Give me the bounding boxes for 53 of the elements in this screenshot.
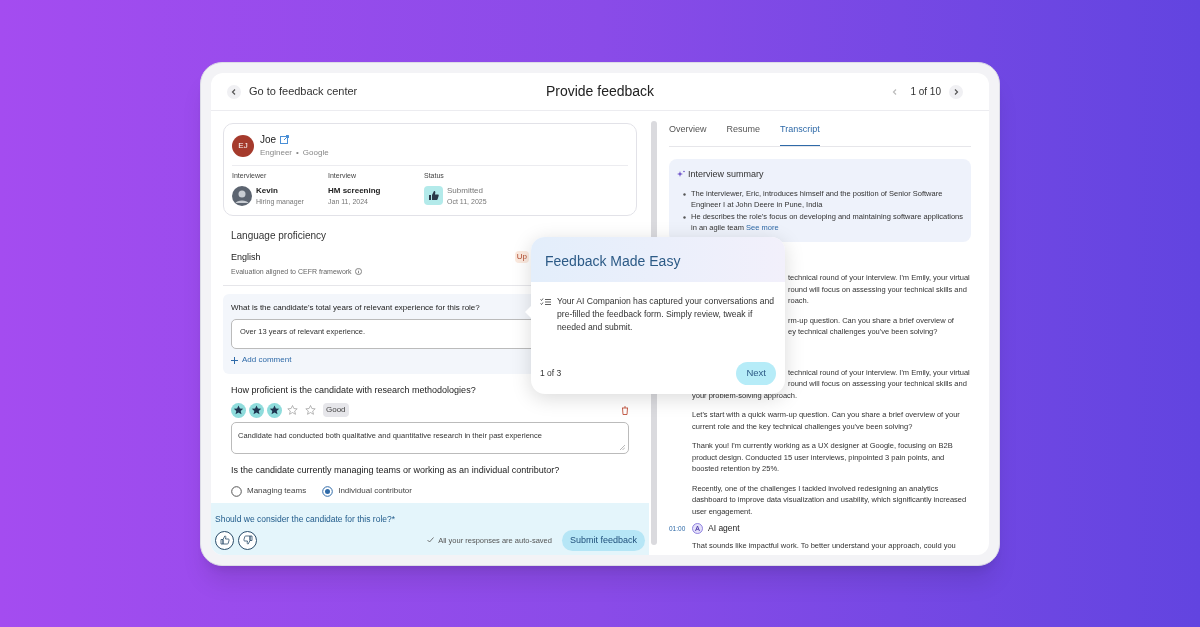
bullet-icon [683,215,686,219]
radio-option[interactable]: Managing teams [231,485,307,497]
candidate-role: Engineer [260,147,293,159]
popover-title: Feedback Made Easy [531,237,785,282]
info-icon[interactable] [354,268,362,276]
thumbs-up-icon [424,186,443,206]
radio-option[interactable]: Individual contributor [322,485,412,497]
summary-title: Interview summary [688,167,764,181]
detail-value: Submitted [447,184,485,197]
question-text: Is the candidate currently managing teams or working as an individual contributor? [231,463,561,477]
tab[interactable]: Resume [726,119,761,146]
footer-question: Should we consider the candidate for this role?* [215,513,397,526]
back-link[interactable]: Go to feedback center [249,83,358,100]
back-icon[interactable] [227,84,241,99]
add-comment-link[interactable]: Add comment [231,354,629,366]
delete-icon[interactable] [621,405,629,415]
separator-dot: • [296,147,299,159]
check-icon [427,537,435,544]
rating-label: Good [323,403,349,417]
tab[interactable]: Transcript [780,119,820,146]
avatar: EJ [232,134,254,157]
thumbs-up-icon [219,535,230,546]
next-button[interactable]: Next [736,362,776,385]
candidate-name: Joe [260,133,277,147]
section-heading: Language proficiency [231,229,328,243]
thumbs-up-button[interactable] [215,530,234,550]
radio-button[interactable] [322,485,334,497]
page-counter: 1 of 10 [910,85,941,99]
page-title: Provide feedback [544,82,656,101]
radio-button[interactable] [231,485,242,497]
person-avatar-icon [232,185,252,206]
question-text: How proficient is the candidate with research methodologies? [231,384,477,397]
tab[interactable]: Overview [669,119,707,146]
external-link-icon[interactable] [280,135,290,144]
language-name: English [231,251,262,264]
level-badge: Up [514,251,529,263]
thumbs-down-icon [242,535,253,546]
step-counter: 1 of 3 [540,367,562,380]
speaker-name: AI agent [708,523,740,535]
agent-avatar-icon [692,523,703,535]
detail-value: HM screening [328,184,381,197]
next-icon[interactable] [949,84,963,99]
resize-handle-icon[interactable] [620,444,625,450]
candidate-company: Google [302,147,329,159]
detail-value: Kevin [256,184,279,197]
star-icon[interactable] [285,402,300,418]
thumbs-down-button[interactable] [238,530,257,550]
question-text: What is the candidate's total years of relevant experience for this role? [231,302,480,314]
plus-icon [231,356,238,364]
bullet-icon [683,192,686,196]
checklist-icon [540,298,551,306]
star-icon[interactable] [303,402,318,418]
submit-feedback-button[interactable]: Submit feedback [561,529,645,551]
